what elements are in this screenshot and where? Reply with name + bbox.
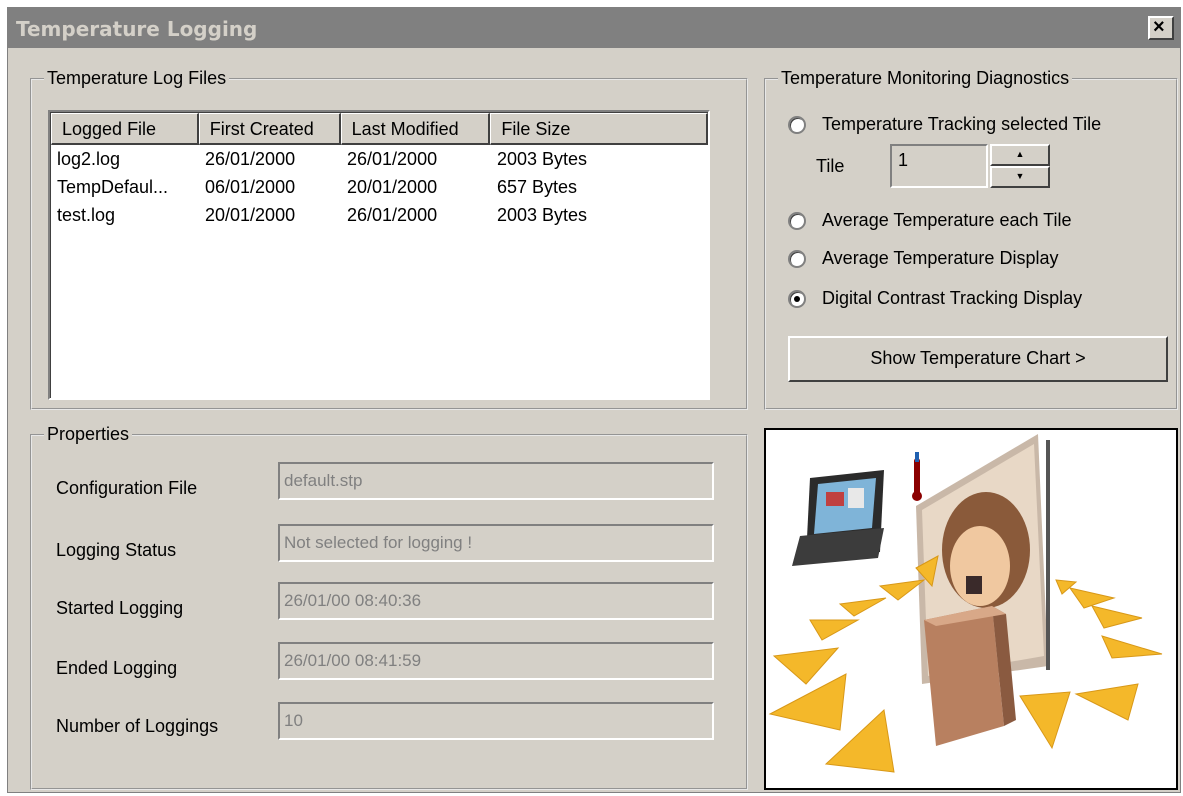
arrow-up-icon: ▲ <box>1015 149 1025 159</box>
title-bar[interactable]: Temperature Logging × <box>8 8 1180 48</box>
column-header-first-created[interactable]: First Created <box>198 113 341 145</box>
table-row[interactable]: log2.log 26/01/2000 26/01/2000 2003 Byte… <box>57 149 657 177</box>
ended-logging-label: Ended Logging <box>56 658 178 678</box>
log-files-legend: Temperature Log Files <box>44 68 230 89</box>
log-files-group: Temperature Log Files Logged File First … <box>30 68 748 410</box>
tile-cube <box>924 606 1016 746</box>
column-header-file-size[interactable]: File Size <box>490 113 708 145</box>
cell-last-modified: 20/01/2000 <box>347 177 438 197</box>
laptop-icon <box>792 470 884 566</box>
logging-status-field: Not selected for logging ! <box>278 524 714 562</box>
illustration <box>764 428 1178 790</box>
display-wall-illustration <box>768 434 1163 773</box>
configuration-file-field: default.stp <box>278 462 714 500</box>
spin-down-button[interactable]: ▼ <box>990 166 1050 188</box>
column-header-logged-file[interactable]: Logged File <box>51 113 199 145</box>
spin-up-button[interactable]: ▲ <box>990 144 1050 166</box>
cell-logged-file: TempDefaul... <box>57 177 169 197</box>
radio-average-each-tile[interactable] <box>788 212 806 230</box>
radio-average-display[interactable] <box>788 250 806 268</box>
radio-label-average-each-tile[interactable]: Average Temperature each Tile <box>822 210 1072 231</box>
table-row[interactable]: TempDefaul... 06/01/2000 20/01/2000 657 … <box>57 177 657 205</box>
close-button[interactable]: × <box>1148 16 1174 40</box>
arrow-down-icon: ▼ <box>1015 171 1025 181</box>
temperature-logging-dialog: Temperature Logging × Temperature Log Fi… <box>7 7 1181 793</box>
show-temperature-chart-button[interactable]: Show Temperature Chart > <box>788 336 1168 382</box>
cell-file-size: 2003 Bytes <box>497 149 588 169</box>
window-title: Temperature Logging <box>16 17 258 41</box>
started-logging-label: Started Logging <box>56 598 184 618</box>
diagnostics-group: Temperature Monitoring Diagnostics Tempe… <box>764 68 1178 410</box>
configuration-file-label: Configuration File <box>56 478 198 498</box>
properties-group: Properties Configuration File default.st… <box>30 424 748 790</box>
number-of-loggings-label: Number of Loggings <box>56 716 219 736</box>
started-logging-field: 26/01/00 08:40:36 <box>278 582 714 620</box>
cell-file-size: 657 Bytes <box>497 177 578 197</box>
radio-tracking-selected-tile[interactable] <box>788 116 806 134</box>
radio-label-tracking-selected-tile[interactable]: Temperature Tracking selected Tile <box>822 114 1101 135</box>
ended-logging-field: 26/01/00 08:41:59 <box>278 642 714 680</box>
cell-logged-file: test.log <box>57 205 116 225</box>
radio-digital-contrast[interactable] <box>788 290 806 308</box>
radio-label-average-display[interactable]: Average Temperature Display <box>822 248 1058 269</box>
tile-label: Tile <box>816 156 845 176</box>
close-icon: × <box>1153 16 1165 38</box>
cell-first-created: 06/01/2000 <box>205 177 296 197</box>
cell-last-modified: 26/01/2000 <box>347 205 438 225</box>
diagnostics-legend: Temperature Monitoring Diagnostics <box>778 68 1073 89</box>
cell-last-modified: 26/01/2000 <box>347 149 438 169</box>
logging-status-label: Logging Status <box>56 540 177 560</box>
column-header-last-modified[interactable]: Last Modified <box>340 113 491 145</box>
tile-input[interactable]: 1 <box>890 144 988 188</box>
number-of-loggings-field: 10 <box>278 702 714 740</box>
cell-logged-file: log2.log <box>57 149 121 169</box>
cell-first-created: 20/01/2000 <box>205 205 296 225</box>
radio-selected-dot <box>794 296 800 302</box>
properties-legend: Properties <box>44 424 133 445</box>
cell-first-created: 26/01/2000 <box>205 149 296 169</box>
radio-label-digital-contrast[interactable]: Digital Contrast Tracking Display <box>822 288 1082 309</box>
log-files-list[interactable]: Logged File First Created Last Modified … <box>48 110 710 400</box>
list-header: Logged File First Created Last Modified … <box>51 113 708 145</box>
cell-file-size: 2003 Bytes <box>497 205 588 225</box>
thermometer-icon <box>912 452 922 501</box>
table-row[interactable]: test.log 20/01/2000 26/01/2000 2003 Byte… <box>57 205 657 233</box>
